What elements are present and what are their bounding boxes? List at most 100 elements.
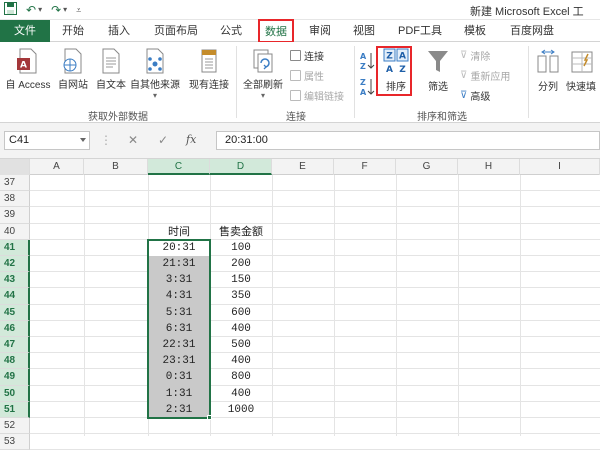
column-header-i[interactable]: I bbox=[520, 159, 600, 175]
redo-icon[interactable]: ↷ bbox=[51, 2, 61, 18]
enter-icon[interactable]: ✓ bbox=[158, 133, 168, 147]
existing-connections-button[interactable]: 现有连接 bbox=[186, 48, 232, 91]
clear-filter-button[interactable]: ⊽ 清除 bbox=[460, 48, 490, 63]
formula-input[interactable]: 20:31:00 bbox=[216, 131, 600, 150]
properties-button[interactable]: 属性 bbox=[290, 68, 324, 83]
sales-cell[interactable]: 200 bbox=[210, 256, 272, 272]
formula-bar-dots-icon: ⋮ bbox=[100, 133, 112, 147]
cancel-icon[interactable]: ✕ bbox=[128, 133, 138, 147]
svg-text:Z: Z bbox=[360, 62, 366, 71]
select-all-corner[interactable] bbox=[0, 159, 30, 175]
column-header-b[interactable]: B bbox=[84, 159, 148, 175]
sales-cell[interactable]: 350 bbox=[210, 288, 272, 304]
from-text-button[interactable]: 自文本 bbox=[92, 48, 130, 91]
column-header-e[interactable]: E bbox=[272, 159, 334, 175]
refresh-all-button[interactable]: 全部刷新 ▾ bbox=[240, 48, 286, 100]
gridline bbox=[30, 303, 600, 305]
row-header-39[interactable]: 39 bbox=[0, 207, 30, 224]
sales-cell[interactable]: 800 bbox=[210, 369, 272, 385]
sales-cell[interactable]: 1000 bbox=[210, 402, 272, 418]
tab-pdf-tools[interactable]: PDF工具 bbox=[392, 20, 448, 42]
row-header-44[interactable]: 44 bbox=[0, 288, 30, 305]
gridline bbox=[30, 206, 600, 208]
column-header-a[interactable]: A bbox=[30, 159, 84, 175]
sales-cell[interactable]: 100 bbox=[210, 240, 272, 256]
tab-home[interactable]: 开始 bbox=[54, 20, 92, 42]
insert-function-button[interactable]: fx bbox=[186, 133, 196, 146]
row-header-40[interactable]: 40 bbox=[0, 223, 30, 240]
tab-baidu-netdisk[interactable]: 百度网盘 bbox=[502, 20, 562, 42]
sales-cell[interactable]: 400 bbox=[210, 386, 272, 402]
tab-view[interactable]: 视图 bbox=[346, 20, 382, 42]
row-header-47[interactable]: 47 bbox=[0, 337, 30, 354]
sort-descending-icon: Z A bbox=[360, 78, 375, 97]
name-box-dropdown-icon[interactable] bbox=[80, 138, 86, 142]
sales-cell[interactable]: 400 bbox=[210, 353, 272, 369]
gridline bbox=[30, 368, 600, 370]
connections-button[interactable]: 连接 bbox=[290, 48, 324, 63]
row-header-45[interactable]: 45 bbox=[0, 304, 30, 321]
row-header-50[interactable]: 50 bbox=[0, 385, 30, 402]
sort-descending-button[interactable]: Z A bbox=[358, 76, 376, 101]
column-header-d[interactable]: D bbox=[210, 159, 272, 175]
column-header-g[interactable]: G bbox=[396, 159, 458, 175]
tab-review[interactable]: 审阅 bbox=[302, 20, 338, 42]
sales-cell[interactable]: 500 bbox=[210, 337, 272, 353]
header-cell-time[interactable]: 时间 bbox=[148, 224, 210, 240]
sales-cell[interactable]: 400 bbox=[210, 321, 272, 337]
row-header-48[interactable]: 48 bbox=[0, 353, 30, 370]
row-header-49[interactable]: 49 bbox=[0, 369, 30, 386]
reapply-button[interactable]: ⊽ 重新应用 bbox=[460, 68, 510, 83]
worksheet-grid[interactable]: ABCDEFGHI 37 38 39 40 41 42 43 44 45 46 47 48 49 50 51… bbox=[0, 159, 600, 450]
web-icon bbox=[63, 48, 82, 74]
sort-filter-group-label: 排序和筛选 bbox=[417, 112, 467, 123]
connections-icon bbox=[290, 50, 301, 61]
advanced-filter-button[interactable]: ⊽ 高级 bbox=[460, 88, 490, 103]
row-header-53[interactable]: 53 bbox=[0, 434, 30, 450]
gridline bbox=[396, 175, 397, 436]
edit-links-icon bbox=[290, 90, 301, 101]
undo-dropdown-icon[interactable]: ▾ bbox=[38, 2, 42, 18]
row-header-43[interactable]: 43 bbox=[0, 272, 30, 289]
name-box[interactable]: C41 bbox=[4, 131, 90, 150]
sort-ascending-button[interactable]: A Z bbox=[358, 50, 376, 75]
tab-formulas[interactable]: 公式 bbox=[212, 20, 250, 42]
column-header-h[interactable]: H bbox=[458, 159, 520, 175]
tab-templates[interactable]: 模板 bbox=[456, 20, 494, 42]
column-header-f[interactable]: F bbox=[334, 159, 396, 175]
window-title: 新建 Microsoft Excel 工 bbox=[470, 6, 584, 18]
existing-connections-icon bbox=[201, 49, 217, 73]
save-icon[interactable] bbox=[4, 1, 17, 19]
from-other-sources-button[interactable]: 自其他来源 ▾ bbox=[128, 48, 182, 100]
sales-cell[interactable]: 150 bbox=[210, 272, 272, 288]
row-header-46[interactable]: 46 bbox=[0, 320, 30, 337]
filter-button[interactable]: 筛选 bbox=[420, 48, 456, 93]
from-access-button[interactable]: A 自 Access bbox=[2, 48, 54, 91]
text-to-columns-button[interactable]: 分列 bbox=[532, 48, 564, 93]
highlight-box-sort bbox=[376, 46, 412, 96]
column-header-c[interactable]: C bbox=[148, 159, 210, 175]
customize-qat-icon[interactable]: ⩡ bbox=[76, 2, 81, 18]
row-header-38[interactable]: 38 bbox=[0, 191, 30, 208]
tab-insert[interactable]: 插入 bbox=[100, 20, 138, 42]
row-header-42[interactable]: 42 bbox=[0, 256, 30, 273]
connections-label: 连接 bbox=[304, 52, 324, 63]
edit-links-button[interactable]: 编辑链接 bbox=[290, 88, 344, 103]
tab-page-layout[interactable]: 页面布局 bbox=[148, 20, 204, 42]
fill-handle[interactable] bbox=[207, 415, 212, 420]
redo-dropdown-icon[interactable]: ▾ bbox=[63, 2, 67, 18]
advanced-filter-icon: ⊽ bbox=[460, 90, 468, 101]
clear-label: 清除 bbox=[470, 52, 491, 63]
from-web-button[interactable]: 自网站 bbox=[54, 48, 92, 91]
row-header-52[interactable]: 52 bbox=[0, 418, 30, 435]
sales-cell[interactable]: 600 bbox=[210, 305, 272, 321]
refresh-all-dropdown-icon: ▾ bbox=[260, 91, 265, 100]
flash-fill-button[interactable]: 快速填 bbox=[566, 48, 600, 93]
row-header-37[interactable]: 37 bbox=[0, 175, 30, 192]
tab-file[interactable]: 文件 bbox=[0, 20, 50, 42]
from-web-label: 自网站 bbox=[58, 80, 88, 91]
row-header-51[interactable]: 51 bbox=[0, 401, 30, 418]
header-cell-sales[interactable]: 售卖金额 bbox=[210, 224, 272, 240]
undo-icon[interactable]: ↶ bbox=[26, 2, 36, 18]
row-header-41[interactable]: 41 bbox=[0, 239, 30, 256]
